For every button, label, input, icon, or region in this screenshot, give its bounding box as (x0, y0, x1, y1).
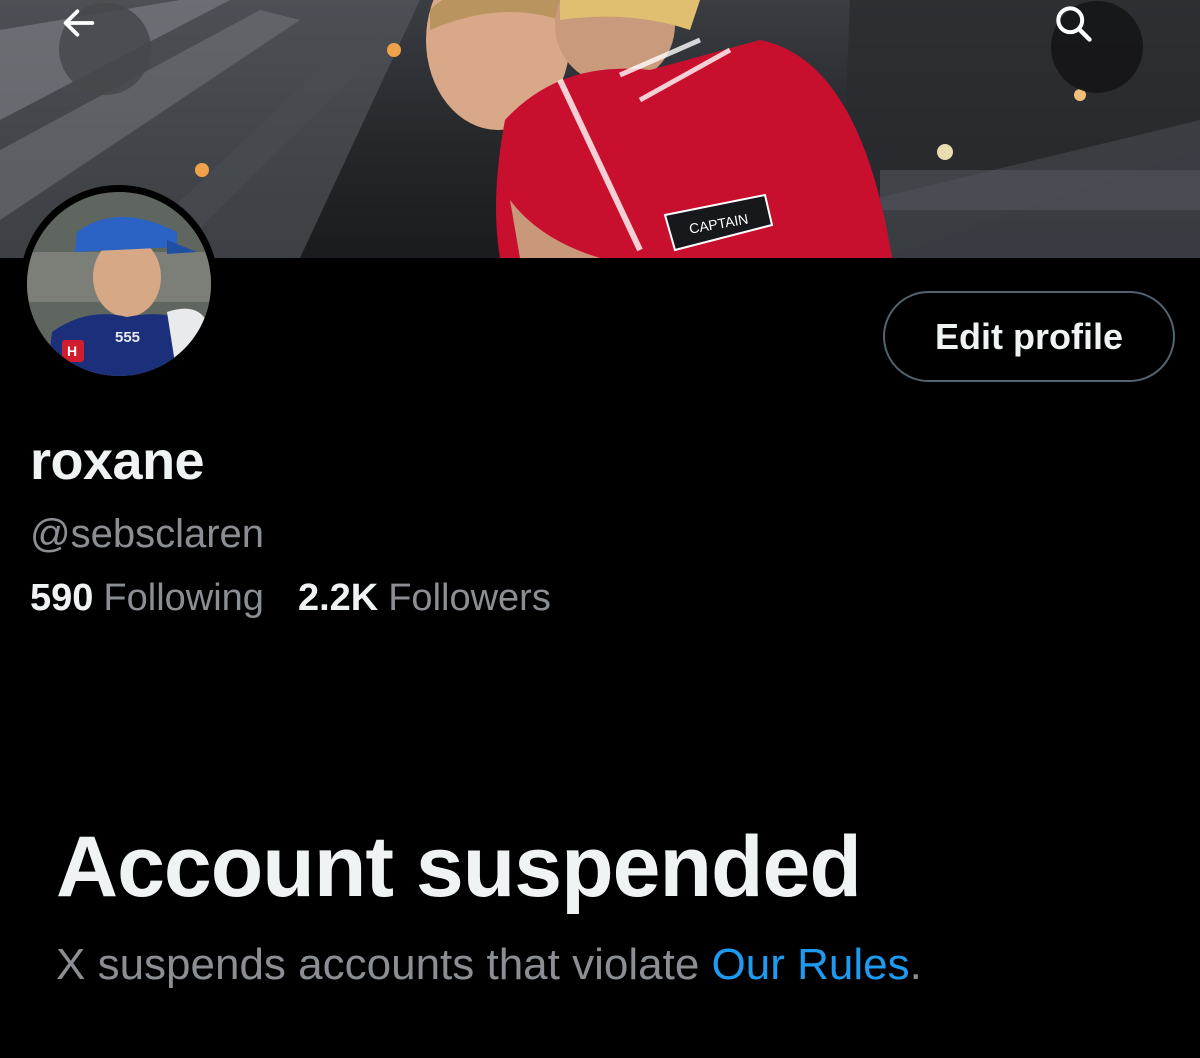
followers-stat[interactable]: 2.2K Followers (298, 577, 551, 620)
back-button[interactable] (59, 3, 151, 95)
svg-text:H: H (67, 343, 77, 359)
our-rules-link[interactable]: Our Rules (712, 940, 910, 989)
search-icon (1056, 6, 1092, 42)
avatar-shirt-number: 555 (115, 329, 140, 346)
suspended-title: Account suspended (56, 819, 862, 915)
arrow-left-icon (63, 9, 95, 37)
display-name: roxane (30, 431, 205, 491)
following-stat[interactable]: 590 Following (30, 577, 264, 620)
followers-label: Followers (388, 577, 551, 619)
edit-profile-button[interactable]: Edit profile (883, 291, 1175, 382)
search-button[interactable] (1051, 1, 1143, 93)
avatar-photo: H 555 (27, 192, 211, 376)
suspended-message-text: X suspends accounts that violate (56, 940, 700, 989)
following-count: 590 (30, 577, 94, 619)
avatar[interactable]: H 555 (20, 185, 218, 383)
profile-page: CAPTAIN H 555 Edit profile roxane @sebsc… (0, 0, 1200, 1058)
suspended-message: X suspends accounts that violate Our Rul… (56, 940, 922, 990)
suspended-message-period: . (909, 940, 922, 989)
following-label: Following (103, 577, 264, 619)
followers-count: 2.2K (297, 577, 379, 619)
profile-stats: 590 Following 2.2K Followers (30, 577, 551, 620)
user-handle: @sebsclaren (30, 512, 265, 556)
